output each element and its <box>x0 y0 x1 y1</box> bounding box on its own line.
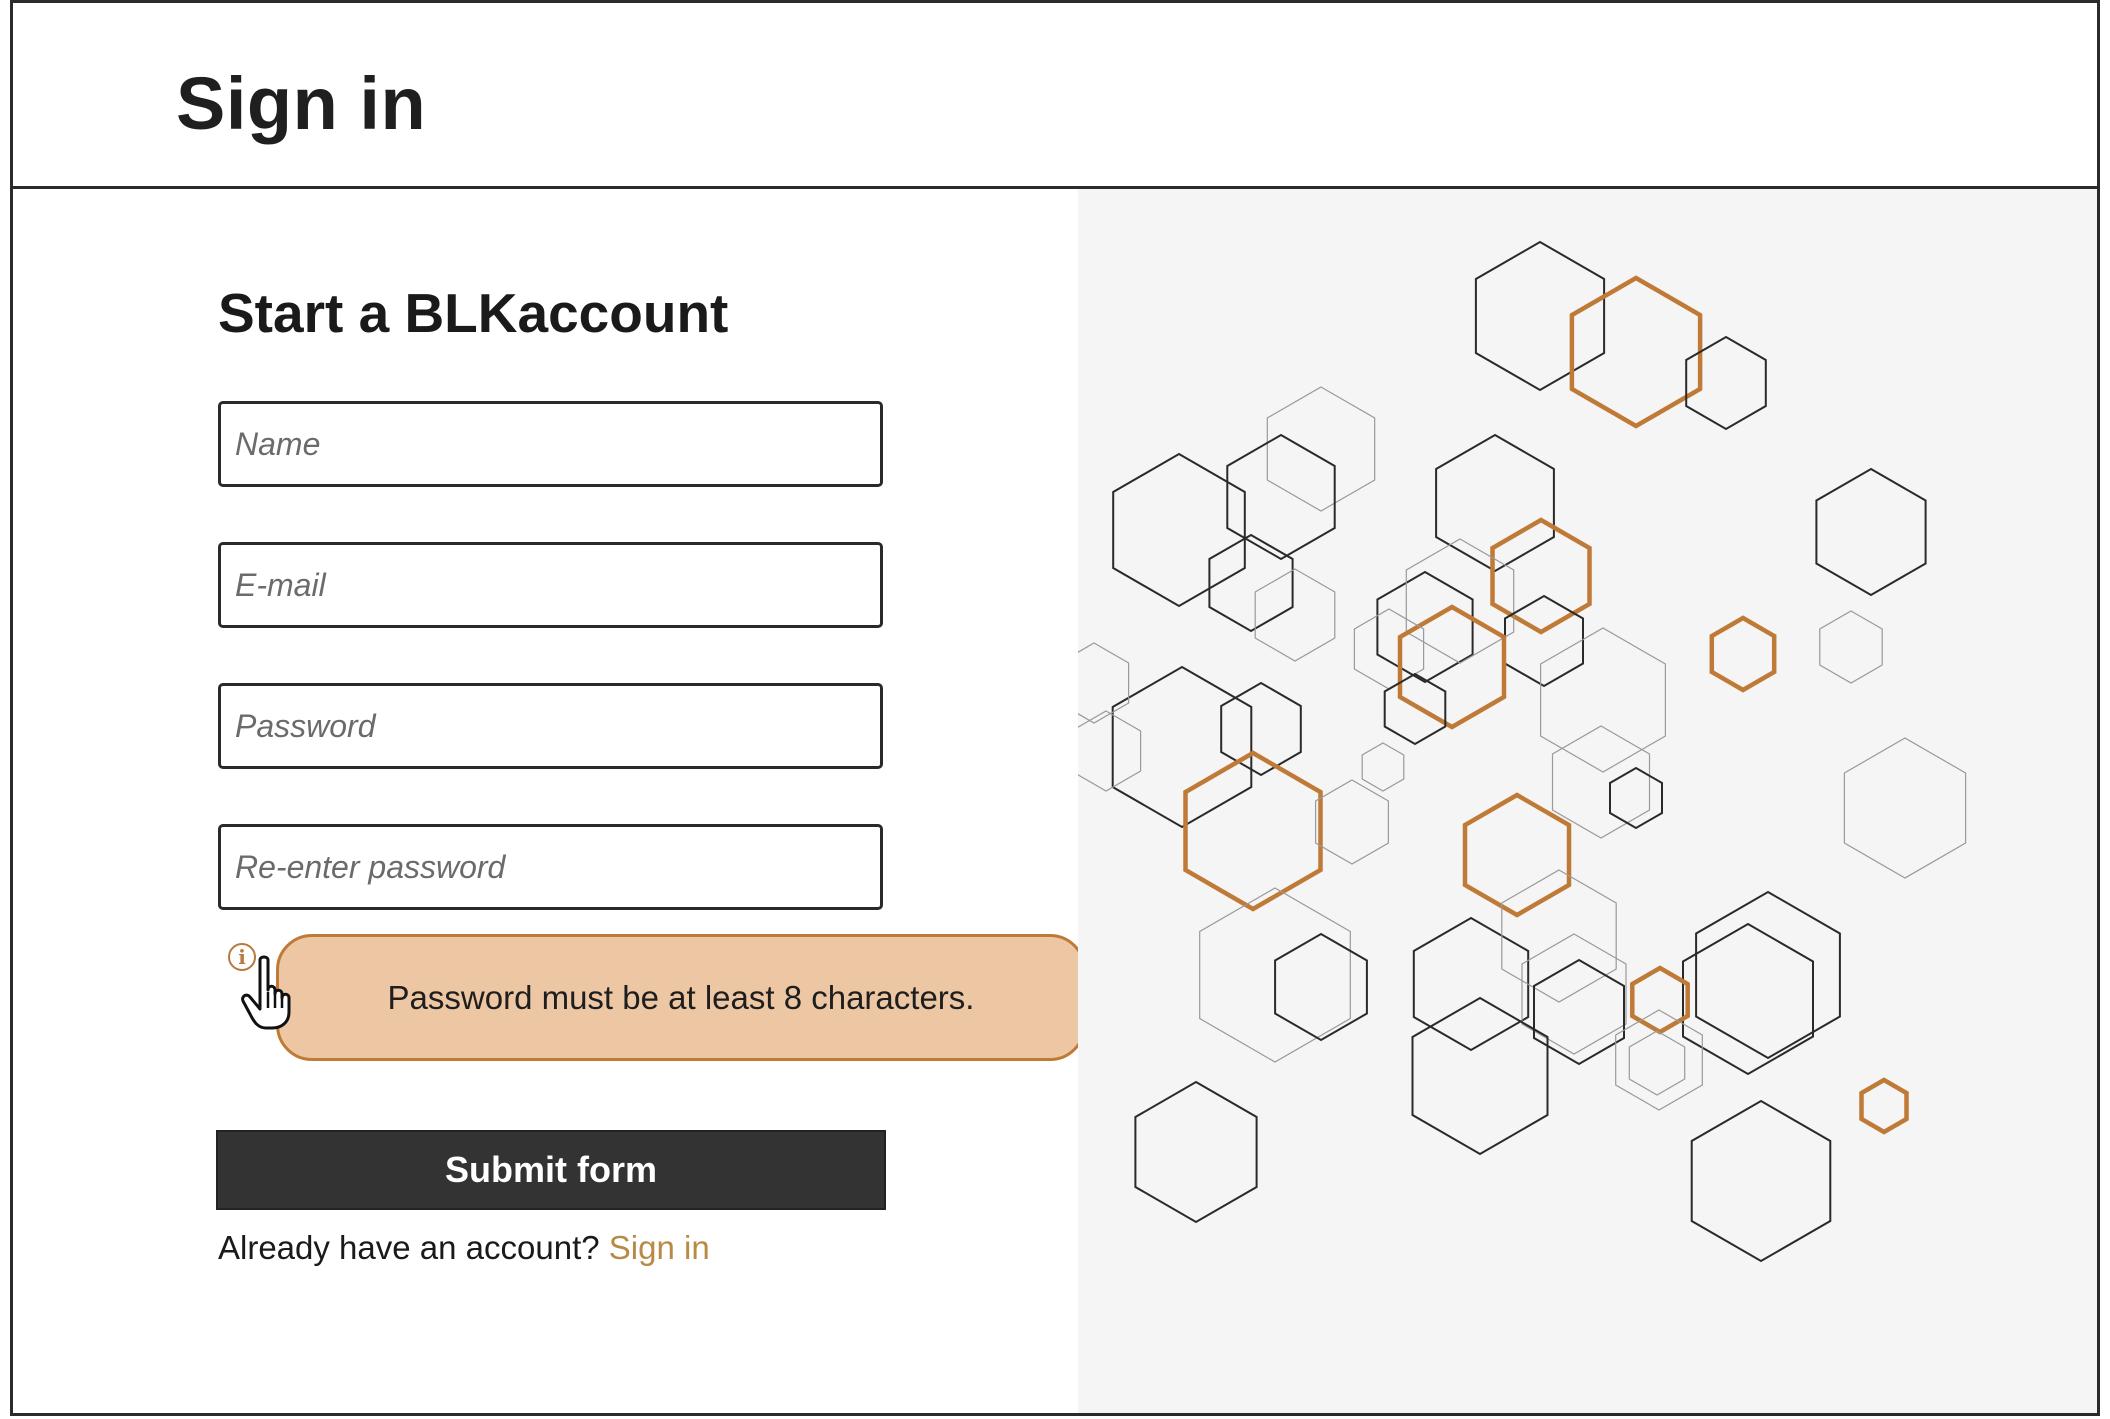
decorative-hexagon <box>1314 779 1390 865</box>
decorative-hexagon <box>1815 467 1927 597</box>
decorative-hexagon <box>1383 672 1447 746</box>
app-frame: Sign in Start a BLKaccount Password must… <box>10 0 2100 1416</box>
form-title: Start a BLKaccount <box>218 282 729 344</box>
decorative-hexagon <box>1111 665 1253 829</box>
signin-row: Already have an account? Sign in <box>218 1229 710 1267</box>
decorative-hexagon <box>1709 615 1777 693</box>
decorative-hexagon <box>1615 1009 1703 1111</box>
decorative-hexagon <box>1412 916 1530 1052</box>
decorative-hexagon <box>1843 737 1967 879</box>
decorative-hexagon <box>1078 710 1142 792</box>
decorative-hexagon <box>1504 594 1584 688</box>
decorative-hexagon <box>1435 433 1555 573</box>
decorative-hexagon <box>1551 725 1651 839</box>
decorative-hexagon <box>1353 608 1425 690</box>
page-header: Sign in <box>13 3 2097 189</box>
decorative-hexagon <box>1134 1080 1258 1224</box>
signup-panel: Start a BLKaccount Password must be at l… <box>13 189 1086 1413</box>
decorative-hexagon <box>1078 642 1130 724</box>
decorative-hexagon <box>1609 766 1663 830</box>
signin-prompt: Already have an account? <box>218 1229 600 1266</box>
decorative-hexagon <box>1819 610 1883 684</box>
decorative-hexagon <box>1274 932 1368 1042</box>
decorative-hexagon <box>1376 570 1474 684</box>
password-hint-text: Password must be at least 8 characters. <box>387 978 975 1016</box>
decorative-hexagon <box>1183 750 1323 912</box>
hand-pointer-icon <box>241 955 291 1030</box>
decorative-hexagon <box>1462 792 1572 918</box>
decorative-hexagon <box>1690 1099 1832 1263</box>
decorative-hexagon <box>1628 1030 1686 1096</box>
signin-link[interactable]: Sign in <box>609 1229 710 1266</box>
reenter-password-field[interactable] <box>218 824 883 910</box>
decorative-hexagon <box>1695 890 1841 1060</box>
decorative-hexagon <box>1474 240 1606 392</box>
name-field[interactable] <box>218 401 883 487</box>
decorative-hexagon <box>1208 533 1294 633</box>
decorative-hexagon <box>1859 1077 1909 1135</box>
hexagon-pattern-illustration <box>1078 240 1967 1263</box>
decorative-art-panel <box>1078 189 2097 1413</box>
decorative-hexagon <box>1569 275 1703 429</box>
decorative-hexagon <box>1254 568 1336 662</box>
decorative-hexagon <box>1266 386 1376 512</box>
password-field[interactable] <box>218 683 883 769</box>
page-title: Sign in <box>176 62 427 145</box>
submit-form-button[interactable]: Submit form <box>216 1130 886 1210</box>
email-field[interactable] <box>218 542 883 628</box>
password-hint-tooltip: Password must be at least 8 characters. <box>276 934 1086 1061</box>
decorative-hexagon <box>1112 452 1246 608</box>
decorative-hexagon <box>1405 538 1515 664</box>
decorative-hexagon <box>1490 517 1592 635</box>
decorative-hexagon <box>1411 996 1549 1156</box>
decorative-hexagon <box>1361 742 1405 792</box>
